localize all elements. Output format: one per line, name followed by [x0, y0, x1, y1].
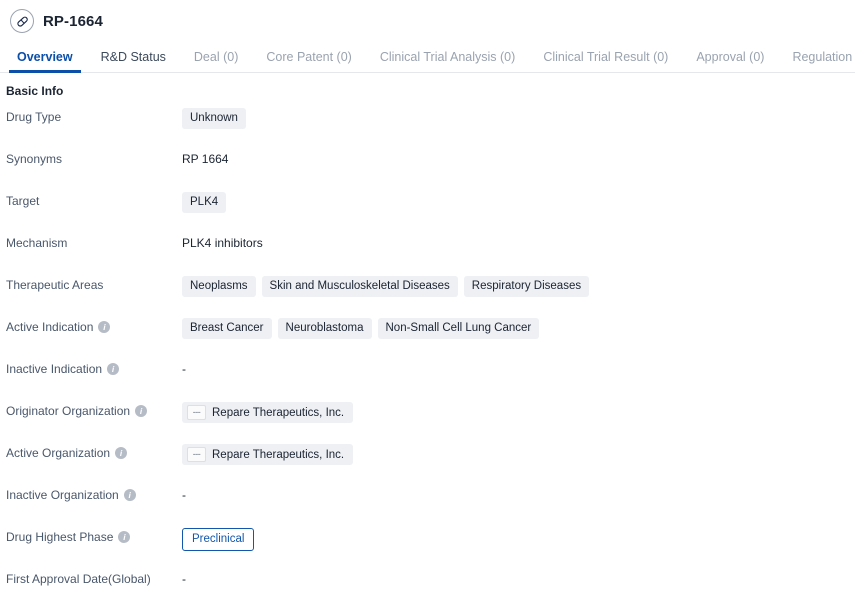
label-text: Synonyms [6, 152, 63, 166]
info-value-drug-type: Unknown [182, 107, 855, 129]
info-row-drug-type: Drug Type Unknown [0, 107, 855, 149]
value-tag[interactable]: Neoplasms [182, 276, 256, 297]
organization-tag[interactable]: --- Repare Therapeutics, Inc. [182, 402, 354, 423]
info-value-inactive-indication: - [182, 359, 855, 378]
empty-value: - [182, 572, 186, 586]
tab-clinical-trial-result[interactable]: Clinical Trial Result (0) [529, 50, 682, 72]
info-value-originator-organization: --- Repare Therapeutics, Inc. [182, 401, 855, 423]
info-tooltip-icon[interactable]: i [118, 531, 131, 543]
label-text: Active Organization [6, 446, 111, 460]
label-text: First Approval Date(Global) [6, 572, 151, 586]
label-text: Inactive Indication [6, 362, 103, 376]
info-label-active-organization: Active Organization i [0, 443, 182, 461]
info-value-inactive-organization: - [182, 485, 855, 504]
info-row-mechanism: Mechanism PLK4 inhibitors [0, 233, 855, 275]
label-text: Drug Highest Phase [6, 530, 114, 544]
label-text: Active Indication [6, 320, 94, 334]
organization-logo-placeholder-icon: --- [187, 447, 206, 462]
info-label-drug-highest-phase: Drug Highest Phase i [0, 527, 182, 545]
tab-regulation[interactable]: Regulation (0) [778, 50, 855, 72]
label-text: Mechanism [6, 236, 68, 250]
section-title-basic-info: Basic Info [6, 84, 64, 98]
info-value-first-approval-date-global: - [182, 569, 855, 588]
tab-deal[interactable]: Deal (0) [180, 50, 252, 72]
empty-value: - [182, 488, 186, 502]
info-row-first-approval-date-global: First Approval Date(Global) - [0, 569, 855, 611]
info-row-active-indication: Active Indication i Breast Cancer Neuroblas… [0, 317, 855, 359]
info-row-inactive-organization: Inactive Organization i - [0, 485, 855, 527]
info-row-originator-organization: Originator Organization i --- Repare Therap… [0, 401, 855, 443]
info-label-inactive-organization: Inactive Organization i [0, 485, 182, 503]
value-tag[interactable]: PLK4 [182, 192, 227, 213]
info-label-mechanism: Mechanism [0, 233, 182, 251]
label-text: Target [6, 194, 40, 208]
info-row-target: Target PLK4 [0, 191, 855, 233]
plain-value: RP 1664 [182, 152, 229, 166]
info-value-therapeutic-areas: Neoplasms Skin and Musculoskeletal Diseas… [182, 275, 855, 297]
info-row-active-organization: Active Organization i --- Repare Therapeuti… [0, 443, 855, 485]
info-label-therapeutic-areas: Therapeutic Areas [0, 275, 182, 293]
value-tag[interactable]: Unknown [182, 108, 246, 129]
info-row-synonyms: Synonyms RP 1664 [0, 149, 855, 191]
empty-value: - [182, 362, 186, 376]
drug-phase-badge[interactable]: Preclinical [182, 528, 255, 551]
info-tooltip-icon[interactable]: i [135, 405, 148, 417]
info-tooltip-icon[interactable]: i [107, 363, 120, 375]
info-value-active-indication: Breast Cancer Neuroblastoma Non-Small Cell… [182, 317, 855, 339]
tab-approval[interactable]: Approval (0) [682, 50, 778, 72]
tab-rd-status[interactable]: R&D Status [87, 50, 180, 72]
organization-name: Repare Therapeutics, Inc. [212, 406, 345, 419]
info-label-drug-type: Drug Type [0, 107, 182, 125]
label-text: Drug Type [6, 110, 62, 124]
info-value-mechanism: PLK4 inhibitors [182, 233, 855, 252]
info-label-originator-organization: Originator Organization i [0, 401, 182, 419]
info-value-active-organization: --- Repare Therapeutics, Inc. [182, 443, 855, 465]
organization-logo-placeholder-icon: --- [187, 405, 206, 420]
info-value-synonyms: RP 1664 [182, 149, 855, 168]
logo-placeholder-glyph: --- [192, 448, 201, 459]
value-tag[interactable]: Skin and Musculoskeletal Diseases [261, 276, 458, 297]
drug-header: RP-1664 [0, 0, 855, 42]
tab-clinical-trial-analysis[interactable]: Clinical Trial Analysis (0) [366, 50, 529, 72]
info-row-inactive-indication: Inactive Indication i - [0, 359, 855, 401]
page-title: RP-1664 [43, 12, 103, 30]
value-tag[interactable]: Neuroblastoma [277, 318, 372, 339]
basic-info-table: Drug Type Unknown Synonyms RP 1664 Target PLK… [0, 98, 855, 611]
tab-bar: Overview R&D Status Deal (0) Core Patent… [0, 42, 855, 73]
info-value-drug-highest-phase: Preclinical [182, 527, 855, 551]
label-text: Originator Organization [6, 404, 131, 418]
info-tooltip-icon[interactable]: i [123, 489, 136, 501]
info-label-active-indication: Active Indication i [0, 317, 182, 335]
info-label-inactive-indication: Inactive Indication i [0, 359, 182, 377]
label-text: Inactive Organization [6, 488, 119, 502]
info-label-synonyms: Synonyms [0, 149, 182, 167]
logo-placeholder-glyph: --- [192, 406, 201, 417]
value-tag[interactable]: Non-Small Cell Lung Cancer [377, 318, 540, 339]
info-label-first-approval-date-global: First Approval Date(Global) [0, 569, 182, 587]
info-tooltip-icon[interactable]: i [98, 321, 111, 333]
tab-overview[interactable]: Overview [3, 50, 87, 73]
info-row-therapeutic-areas: Therapeutic Areas Neoplasms Skin and Muscu… [0, 275, 855, 317]
value-tag[interactable]: Breast Cancer [182, 318, 272, 339]
label-text: Therapeutic Areas [6, 278, 104, 292]
plain-value: PLK4 inhibitors [182, 236, 263, 250]
organization-name: Repare Therapeutics, Inc. [212, 448, 345, 461]
info-row-drug-highest-phase: Drug Highest Phase i Preclinical [0, 527, 855, 569]
info-value-target: PLK4 [182, 191, 855, 213]
tab-core-patent[interactable]: Core Patent (0) [252, 50, 365, 72]
pill-icon [10, 9, 34, 33]
organization-tag[interactable]: --- Repare Therapeutics, Inc. [182, 444, 354, 465]
info-tooltip-icon[interactable]: i [115, 447, 128, 459]
value-tag[interactable]: Respiratory Diseases [463, 276, 590, 297]
info-label-target: Target [0, 191, 182, 209]
